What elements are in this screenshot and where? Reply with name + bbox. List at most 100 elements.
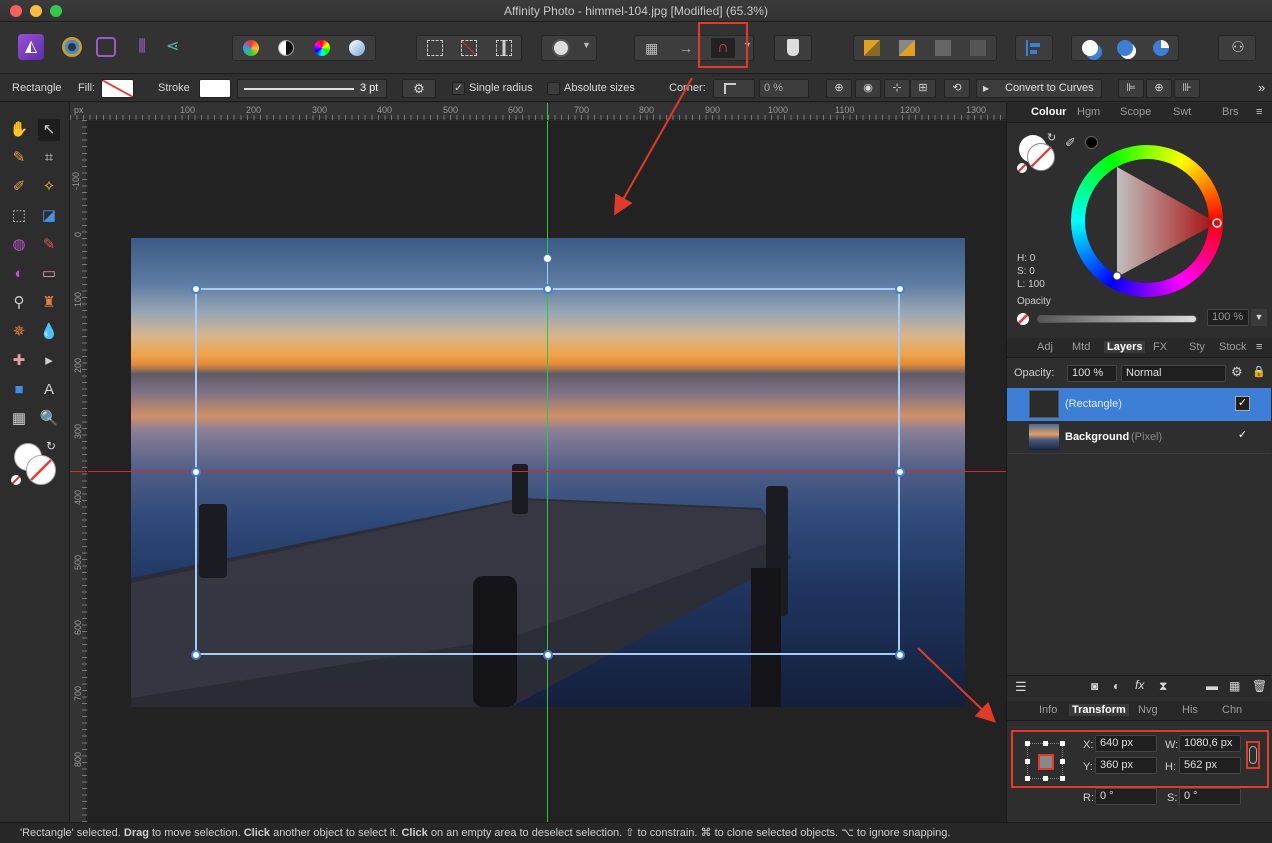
transform-origin-icon[interactable]: ⊹ [884,79,910,98]
stroke-swatch[interactable] [199,79,231,98]
tab-history[interactable]: His [1182,704,1198,716]
anchor-point[interactable] [1060,759,1065,764]
anchor-point-selector[interactable] [1025,741,1065,781]
opacity-slider[interactable] [1037,315,1197,323]
flood-select-icon[interactable]: ✧ [38,176,60,198]
target-icon[interactable]: ⊕ [826,79,852,98]
tab-info[interactable]: Info [1039,704,1057,716]
tab-brushes[interactable]: Brs [1222,106,1239,118]
minimize-window-button[interactable] [30,5,42,17]
liquify-persona-icon[interactable] [62,37,82,57]
more-icon[interactable]: » [1258,80,1265,95]
selection-brush-icon[interactable]: ✐ [8,176,30,198]
move-back-icon[interactable] [935,40,951,56]
contrast-icon[interactable] [278,40,294,56]
marquee-tool-icon[interactable]: ⬚ [8,205,30,227]
chevron-down-icon[interactable]: ▼ [582,40,591,50]
zoom-tool-icon[interactable]: 🔍 [38,408,60,430]
eye-icon[interactable]: ◉ [855,79,881,98]
x-position-field[interactable]: 640 px [1095,735,1157,752]
crop-icon[interactable]: ⊞ [910,79,936,98]
align-right-icon[interactable]: ⊪ [1174,79,1200,98]
tab-scope[interactable]: Scope [1120,106,1151,118]
fx-icon[interactable]: fx [1135,678,1144,692]
live-filter-icon[interactable]: ⧗ [1159,679,1167,694]
blur-tool-icon[interactable]: ⚲ [8,292,30,314]
move-forward-icon[interactable] [899,40,915,56]
mesh-warp-icon[interactable]: ▦ [8,408,30,430]
document-canvas[interactable] [88,121,1006,822]
deselect-icon[interactable] [461,40,477,56]
anchor-point[interactable] [1060,776,1065,781]
export-persona-icon[interactable]: ⋖ [166,37,188,57]
layer-visibility-checkbox[interactable]: ✓ [1235,429,1250,444]
corner-value-field[interactable]: 0 % [759,79,809,98]
tab-swatches[interactable]: Swt [1173,106,1191,118]
colour-triangle[interactable] [1071,145,1223,297]
move-tool-icon[interactable]: ↖ [38,119,60,141]
resize-handle-top[interactable] [543,284,553,294]
tab-effects[interactable]: FX [1153,341,1167,353]
layer-opacity-field[interactable]: 100 % [1067,365,1117,382]
resize-handle-top-right[interactable] [895,284,905,294]
tab-channels[interactable]: Chn [1222,704,1242,716]
shear-field[interactable]: 0 ° [1179,788,1241,805]
move-to-back-icon[interactable] [970,40,986,56]
layer-row-background[interactable]: Background (Pixel) ✓ [1007,421,1271,454]
anchor-point[interactable] [1025,741,1030,746]
grid-icon[interactable]: ▦ [645,40,661,56]
subtract-boolean-icon[interactable] [1117,40,1133,56]
anchor-point[interactable] [1060,741,1065,746]
levels-icon[interactable] [243,40,259,56]
fill-tool-icon[interactable]: ◪ [38,205,60,227]
rotate-icon[interactable]: ⟲ [944,79,970,98]
align-center-icon[interactable]: ⊕ [1146,79,1172,98]
resize-handle-top-left[interactable] [191,284,201,294]
trash-icon[interactable]: 🗑 [1252,679,1267,693]
rotation-handle[interactable] [543,254,552,263]
anchor-point-center-selected[interactable] [1038,754,1054,770]
chevron-down-icon[interactable]: ▼ [1251,309,1267,326]
tab-navigator[interactable]: Nvg [1138,704,1158,716]
rectangle-shape-selection[interactable] [195,288,900,655]
tab-stock[interactable]: Stock [1219,341,1247,353]
blend-mode-dropdown[interactable]: Normal [1121,365,1226,382]
stroke-colour-swatch[interactable] [26,455,56,485]
dodge-tool-icon[interactable]: ◐ [8,263,30,285]
sharpen-tool-icon[interactable]: ✵ [8,321,30,343]
opacity-field[interactable]: 100 % [1207,309,1249,326]
link-aspect-icon[interactable] [1249,746,1257,764]
align-arrow-icon[interactable]: → [679,40,699,56]
photo-persona-icon[interactable]: ◭ [18,34,44,60]
no-colour-icon[interactable] [1017,313,1029,325]
node-tool-icon[interactable]: ▸ [38,350,60,372]
adjustment-icon[interactable]: ◐ [1113,679,1120,693]
width-field[interactable]: 1080,6 px [1179,735,1241,752]
develop-persona-icon[interactable] [96,37,116,57]
layer-row-rectangle[interactable]: (Rectangle) ✓ [1007,388,1271,421]
mask-icon[interactable]: ◙ [1091,679,1098,693]
zoom-window-button[interactable] [50,5,62,17]
tab-histogram[interactable]: Hgm [1077,106,1100,118]
folder-icon[interactable]: ▬ [1206,679,1218,693]
anchor-point[interactable] [1025,776,1030,781]
invert-selection-icon[interactable] [496,40,512,56]
rotation-field[interactable]: 0 ° [1095,788,1157,805]
resize-handle-left[interactable] [191,467,201,477]
gear-icon[interactable]: ⚙ [402,79,436,98]
resize-handle-bottom[interactable] [543,650,553,660]
tab-transform[interactable]: Transform [1069,704,1129,716]
resize-handle-bottom-left[interactable] [191,650,201,660]
text-tool-icon[interactable]: A [38,379,60,401]
layer-visibility-checkbox[interactable]: ✓ [1235,396,1250,411]
quick-mask-button[interactable]: ▼ [541,35,597,61]
panel-menu-icon[interactable]: ≡ [1256,106,1262,118]
absolute-sizes-checkbox[interactable] [547,82,560,95]
move-to-front-icon[interactable] [864,40,880,56]
assistant-button[interactable] [774,35,812,61]
gear-icon[interactable]: ⚙ [1231,364,1243,380]
lock-icon[interactable]: 🔒 [1252,365,1266,378]
smudge-tool-icon[interactable]: 💧 [38,321,60,343]
close-window-button[interactable] [10,5,22,17]
align-left-icon[interactable]: ⊫ [1118,79,1144,98]
